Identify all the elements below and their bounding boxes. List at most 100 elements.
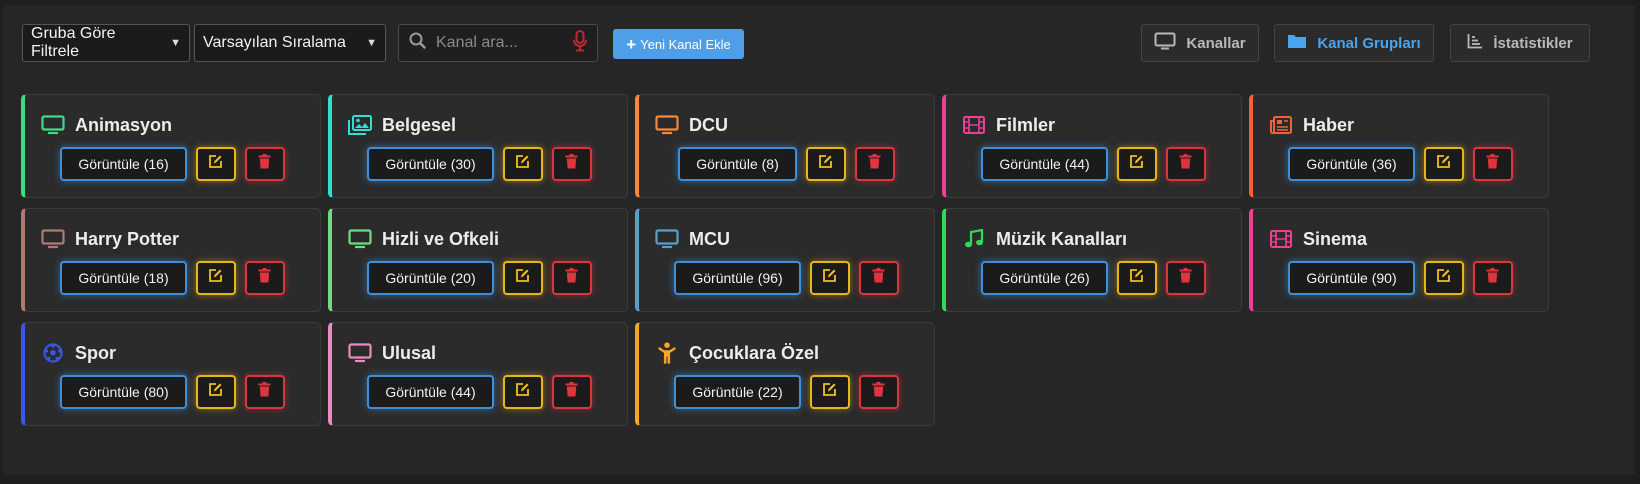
view-button[interactable]: Görüntüle (36)	[1288, 147, 1415, 181]
group-title: Çocuklara Özel	[655, 342, 819, 364]
delete-button[interactable]	[551, 261, 592, 295]
delete-button[interactable]	[1472, 147, 1513, 181]
edit-icon	[208, 154, 223, 174]
group-card: Müzik Kanalları Görüntüle (26)	[942, 208, 1242, 312]
group-name: Sinema	[1303, 228, 1368, 249]
nav-groups-button[interactable]: Kanal Grupları	[1274, 24, 1434, 62]
group-card: Haber Görüntüle (36)	[1249, 94, 1549, 198]
microphone-icon[interactable]	[573, 29, 587, 57]
delete-button[interactable]	[244, 147, 285, 181]
view-button[interactable]: Görüntüle (80)	[60, 375, 187, 409]
edit-button[interactable]	[195, 147, 236, 181]
folder-icon	[1287, 33, 1307, 53]
nav-statistics-button[interactable]: İstatistikler	[1450, 24, 1590, 62]
group-filter-select[interactable]: Gruba Göre Filtrele ▼	[22, 24, 190, 62]
group-actions: Görüntüle (96)	[639, 261, 934, 295]
group-actions: Görüntüle (16)	[25, 147, 320, 181]
delete-button[interactable]	[551, 375, 592, 409]
view-button[interactable]: Görüntüle (26)	[981, 261, 1108, 295]
edit-button[interactable]	[1423, 261, 1464, 295]
view-button[interactable]: Görüntüle (90)	[1288, 261, 1415, 295]
trash-icon	[1486, 154, 1499, 174]
view-button[interactable]: Görüntüle (18)	[60, 261, 187, 295]
view-button[interactable]: Görüntüle (16)	[60, 147, 187, 181]
trash-icon	[565, 154, 578, 174]
tv-icon	[1154, 32, 1176, 54]
chart-icon	[1467, 33, 1483, 53]
group-actions: Görüntüle (22)	[639, 375, 934, 409]
plus-icon: +	[626, 34, 637, 54]
edit-button[interactable]	[1116, 147, 1157, 181]
edit-button[interactable]	[809, 375, 850, 409]
edit-button[interactable]	[805, 147, 846, 181]
film-icon	[962, 114, 986, 136]
delete-button[interactable]	[858, 261, 899, 295]
edit-icon	[208, 382, 223, 402]
trash-icon	[1486, 268, 1499, 288]
edit-button[interactable]	[809, 261, 850, 295]
edit-button[interactable]	[1116, 261, 1157, 295]
group-card: Spor Görüntüle (80)	[21, 322, 321, 426]
group-actions: Görüntüle (44)	[332, 375, 627, 409]
music-icon	[962, 228, 986, 250]
edit-icon	[515, 382, 530, 402]
edit-button[interactable]	[502, 261, 543, 295]
edit-button[interactable]	[502, 147, 543, 181]
group-title: Müzik Kanalları	[962, 228, 1127, 250]
edit-icon	[1129, 268, 1144, 288]
edit-icon	[208, 268, 223, 288]
tv-icon	[41, 228, 65, 250]
edit-button[interactable]	[1423, 147, 1464, 181]
view-button[interactable]: Görüntüle (20)	[367, 261, 494, 295]
group-title: DCU	[655, 114, 728, 136]
group-name: Harry Potter	[75, 228, 180, 249]
delete-button[interactable]	[551, 147, 592, 181]
search-input[interactable]: Kanal ara...	[436, 34, 573, 52]
tv-icon	[348, 228, 372, 250]
edit-button[interactable]	[195, 375, 236, 409]
child-icon	[655, 342, 679, 364]
group-card: Filmler Görüntüle (44)	[942, 94, 1242, 198]
trash-icon	[872, 268, 885, 288]
edit-button[interactable]	[195, 261, 236, 295]
delete-button[interactable]	[244, 261, 285, 295]
view-button[interactable]: Görüntüle (22)	[674, 375, 801, 409]
film-icon	[1269, 228, 1293, 250]
edit-icon	[822, 382, 837, 402]
sort-select[interactable]: Varsayılan Sıralama ▼	[194, 24, 386, 62]
chevron-down-icon: ▼	[366, 37, 377, 49]
view-button[interactable]: Görüntüle (30)	[367, 147, 494, 181]
soccer-icon	[41, 342, 65, 364]
group-name: Animasyon	[75, 114, 173, 135]
delete-button[interactable]	[1165, 147, 1206, 181]
delete-button[interactable]	[858, 375, 899, 409]
toolbar: Gruba Göre Filtrele ▼ Varsayılan Sıralam…	[20, 24, 1612, 62]
group-card: MCU Görüntüle (96)	[635, 208, 935, 312]
group-title: Animasyon	[41, 114, 172, 136]
delete-button[interactable]	[244, 375, 285, 409]
view-button[interactable]: Görüntüle (44)	[367, 375, 494, 409]
group-actions: Görüntüle (8)	[639, 147, 934, 181]
view-button[interactable]: Görüntüle (44)	[981, 147, 1108, 181]
group-name: Belgesel	[382, 114, 457, 135]
group-title: Sinema	[1269, 228, 1367, 250]
edit-icon	[515, 154, 530, 174]
search-box[interactable]: Kanal ara...	[398, 24, 598, 62]
add-channel-label: Yeni Kanal Ekle	[640, 36, 731, 52]
group-title: Ulusal	[348, 342, 436, 364]
view-button[interactable]: Görüntüle (96)	[674, 261, 801, 295]
nav-groups-label: Kanal Grupları	[1317, 34, 1421, 52]
trash-icon	[872, 382, 885, 402]
delete-button[interactable]	[854, 147, 895, 181]
group-actions: Görüntüle (26)	[946, 261, 1241, 295]
edit-icon	[818, 154, 833, 174]
nav-channels-button[interactable]: Kanallar	[1141, 24, 1259, 62]
edit-button[interactable]	[502, 375, 543, 409]
group-name: Spor	[75, 342, 117, 363]
delete-button[interactable]	[1165, 261, 1206, 295]
add-channel-button[interactable]: + Yeni Kanal Ekle	[613, 29, 744, 59]
delete-button[interactable]	[1472, 261, 1513, 295]
group-card: Çocuklara Özel Görüntüle (22)	[635, 322, 935, 426]
group-title: Hizli ve Ofkeli	[348, 228, 499, 250]
view-button[interactable]: Görüntüle (8)	[678, 147, 797, 181]
